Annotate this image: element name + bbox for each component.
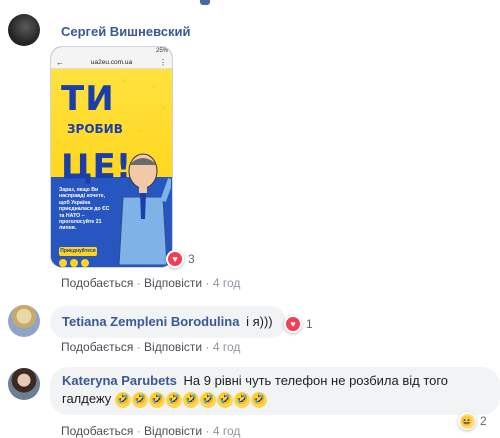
reply-button[interactable]: Відповісти [144,424,202,438]
like-button[interactable]: Подобається [61,276,133,290]
poster-headline: ТИ [61,79,115,119]
star-icon: ★ [151,84,158,91]
rofl-emoji-icon: 🤣 [250,391,267,408]
like-button[interactable]: Подобається [61,424,133,438]
telegram-icon [70,259,78,267]
comment-actions: Подобається · Відповісти · 4 год [61,340,240,354]
reply-button[interactable]: Відповісти [144,276,202,290]
poster-body-text: Зараз, якщо Ви насправді хочете, щоб Укр… [59,187,110,232]
reaction-bubble: ♥ [284,315,302,333]
comment-text: і я))) [246,314,273,329]
star-icon: ★ [55,140,62,147]
comment-actions: Подобається · Відповісти · 4 год [61,424,240,438]
reply-button[interactable]: Відповісти [144,340,202,354]
like-button[interactable]: Подобається [61,340,133,354]
separator: · [136,340,145,354]
reaction-bubble: 😆 [458,412,476,430]
heart-icon: ♥ [286,317,300,331]
star-icon: ★ [137,128,144,135]
rofl-emoji-icon: 🤣 [233,391,250,408]
author-avatar[interactable] [8,368,40,400]
poster: ★ ★ ★ ★ ★ ★ ТИ ЗРОБИВ ЦЕ! Зараз, якщо Ви… [51,69,172,267]
heart-icon: ♥ [168,252,182,266]
timestamp[interactable]: 4 год [213,424,241,438]
comment-actions: Подобається · Відповісти · 4 год [61,276,240,290]
facebook-icon [59,259,67,267]
timestamp[interactable]: 4 год [213,340,241,354]
comment-author[interactable]: Сергей Вишневский [61,24,191,39]
reaction-summary[interactable]: 😆 2 [458,412,487,430]
attached-image[interactable]: 25% ← ua2eu.com.ua ⋮ ★ ★ ★ ★ ★ ★ ТИ ЗРОБ… [50,46,173,268]
timestamp[interactable]: 4 год [213,276,241,290]
url-text: ua2eu.com.ua [90,59,133,66]
phone-url-bar: ← ua2eu.com.ua ⋮ [51,56,172,69]
star-icon: ★ [121,78,128,85]
more-icon: ⋮ [159,58,167,67]
reaction-bubble: ♥ [166,250,184,268]
reaction-summary[interactable]: ♥ 1 [284,315,313,333]
caricature-illustration [118,153,171,265]
star-icon: ★ [161,106,168,113]
separator: · [136,276,145,290]
scroll-fragment [200,0,210,5]
reaction-count: 1 [306,317,313,331]
separator: · [136,424,145,438]
rofl-emoji-icon: 🤣 [165,391,182,408]
phone-status-bar: 25% [51,47,172,56]
separator: · [205,276,213,290]
reaction-count: 3 [188,252,195,266]
poster-join-button: Приєднуйтеся [59,247,97,256]
viber-icon [81,259,89,267]
emoji-row: 🤣 🤣 🤣 🤣 🤣 🤣 🤣 🤣 🤣 [114,391,267,408]
comment-bubble: Kateryna Parubets На 9 рівні чуть телефо… [50,367,500,415]
poster-social-icons [59,259,89,267]
rofl-emoji-icon: 🤣 [131,391,148,408]
rofl-emoji-icon: 🤣 [148,391,165,408]
comment-bubble: Tetiana Zempleni Borodulina і я))) [50,306,286,338]
author-avatar[interactable] [8,305,40,337]
rofl-emoji-icon: 🤣 [199,391,216,408]
comment-author[interactable]: Kateryna Parubets [62,373,177,388]
separator: · [205,340,213,354]
reaction-count: 2 [480,414,487,428]
separator: · [205,424,213,438]
back-arrow-icon: ← [56,58,64,67]
rofl-emoji-icon: 🤣 [216,391,233,408]
haha-icon: 😆 [459,413,475,429]
rofl-emoji-icon: 🤣 [114,391,131,408]
author-avatar[interactable] [8,14,40,46]
comment-author[interactable]: Tetiana Zempleni Borodulina [62,314,239,329]
reaction-summary[interactable]: ♥ 3 [166,250,195,268]
rofl-emoji-icon: 🤣 [182,391,199,408]
poster-subheadline: ЗРОБИВ [67,122,123,136]
